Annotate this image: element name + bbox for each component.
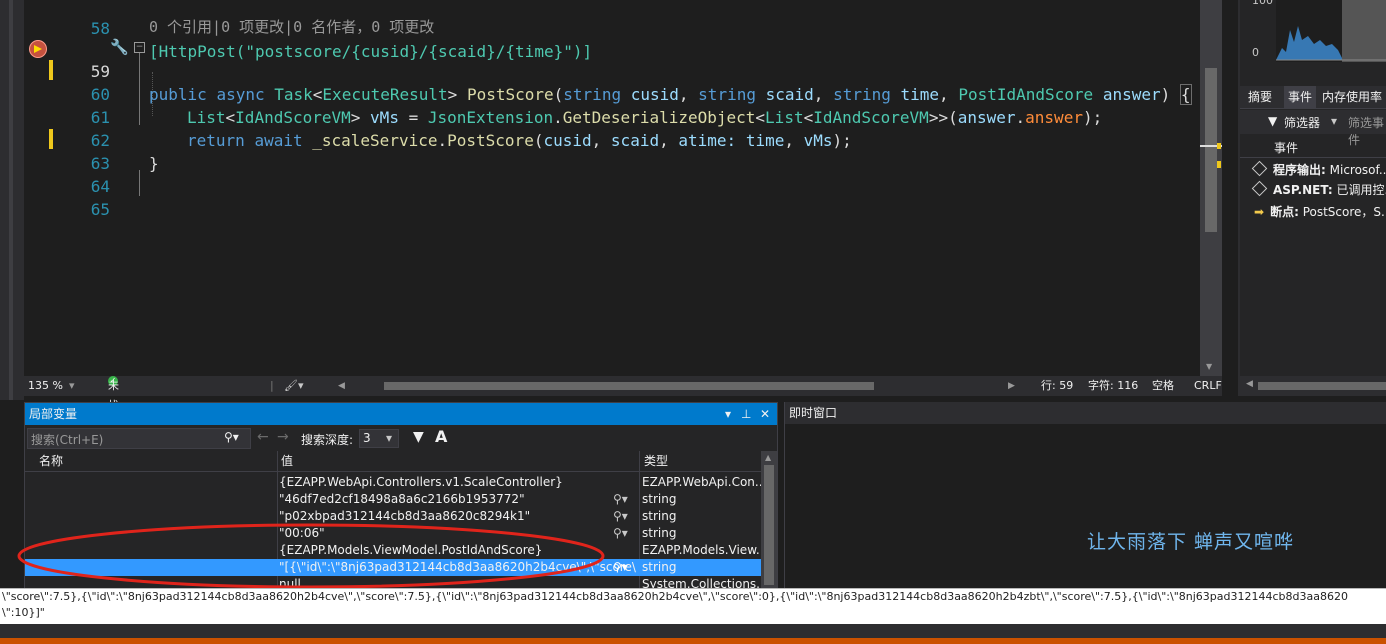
annotation-ellipse	[17, 523, 605, 589]
visualizer-search-icon[interactable]: ⚲▾	[613, 559, 628, 576]
indent-mode[interactable]: 空格	[1152, 376, 1174, 396]
breakpoint-arrow-icon: ➡	[1254, 205, 1265, 219]
search-icon[interactable]: ⚲▾	[224, 430, 239, 444]
zoom-level[interactable]: 135 %	[28, 376, 63, 396]
event-row[interactable]: ASP.NET: 已调用控...	[1240, 180, 1386, 200]
forward-arrow-icon[interactable]: →	[277, 429, 289, 445]
locals-title: 局部变量	[29, 407, 78, 421]
locals-titlebar: 局部变量 ▾ ⊥ ✕	[25, 403, 777, 425]
events-column-header: 事件	[1240, 137, 1386, 158]
output-diamond-icon	[1251, 160, 1268, 177]
diagnostic-tools-panel: 100 0 摘要 事件 内存使用率 ▼ 筛选器 ▾ 筛选事件 事件 程序输出: …	[1238, 0, 1386, 396]
horizontal-scroll-thumb[interactable]	[384, 382, 874, 390]
locals-search-input[interactable]: 搜索(Ctrl+E) ⚲▾	[27, 428, 251, 449]
back-arrow-icon[interactable]: ←	[257, 429, 269, 445]
cpu-graph-svg	[1276, 0, 1386, 62]
code-line-65[interactable]: 65	[24, 175, 1222, 219]
line-number: 65	[90, 200, 110, 219]
scroll-left-icon[interactable]: ◀	[338, 376, 345, 396]
cursor-line: 行: 59	[1041, 379, 1074, 392]
locals-row[interactable]: cusid "46df7ed2cf18498a8a6c2166b1953772"…	[25, 491, 761, 508]
code-line-58[interactable]: 58 [HttpPost("postscore/{cusid}/{scaid}/…	[24, 0, 1222, 61]
search-depth-label: 搜索深度:	[301, 433, 354, 447]
tab-memory[interactable]: 内存使用率	[1322, 86, 1382, 108]
code-line-63[interactable]: 63	[24, 129, 1222, 173]
locals-vertical-scrollbar[interactable]: ▲	[761, 451, 777, 589]
value-tooltip[interactable]: \"score\":7.5},{\"id\":\"8nj63pad312144c…	[0, 588, 1386, 625]
header-type[interactable]: 类型	[644, 451, 668, 471]
code-line-64[interactable]: 64	[24, 152, 1222, 196]
tab-summary[interactable]: 摘要	[1248, 86, 1272, 108]
cursor-char: 字符: 116	[1088, 379, 1139, 392]
lyric-overlay-text: 让大雨落下 蝉声又喧哗	[1087, 531, 1295, 553]
search-depth-select[interactable]: 3 ▾	[359, 429, 399, 448]
graph-axis-min: 0	[1252, 46, 1259, 59]
code-line-60[interactable]: 60 List<IdAndScoreVM> vMs = JsonExtensio…	[24, 60, 1222, 127]
locals-search-row: 搜索(Ctrl+E) ⚲▾ ← → 搜索深度: 3 ▾ ▼ A	[25, 427, 777, 449]
editor-vertical-scrollbar[interactable]: ▼	[1200, 0, 1222, 376]
tooltip-line: \":10}]"	[2, 606, 45, 619]
text-format-icon[interactable]: A	[435, 427, 447, 446]
line-ending[interactable]: CRLF	[1194, 376, 1222, 396]
diag-tab-strip: 摘要 事件 内存使用率	[1240, 86, 1386, 109]
immediate-window[interactable]: 即时窗口	[784, 402, 1386, 588]
visualizer-search-icon[interactable]: ⚲▾	[613, 508, 628, 525]
scroll-thumb[interactable]	[764, 465, 774, 585]
close-icon[interactable]: ✕	[760, 403, 770, 425]
immediate-title: 即时窗口	[789, 406, 838, 420]
zoom-dropdown-icon[interactable]: ▾	[69, 376, 75, 396]
scroll-thumb[interactable]	[1205, 68, 1217, 232]
horizontal-scroll-thumb[interactable]	[1258, 382, 1386, 390]
locals-header: 名称 值 类型	[25, 451, 761, 472]
code-line-61[interactable]: 61 return await _scaleService.PostScore(…	[24, 83, 1222, 150]
left-activity-strip	[0, 0, 24, 400]
filter-funnel-icon[interactable]: ▼	[413, 429, 424, 445]
filter-icon[interactable]: ▼	[1268, 114, 1277, 128]
locals-row[interactable]: ▶this {EZAPP.WebApi.Controllers.v1.Scale…	[25, 474, 762, 491]
events-filter-bar: ▼ 筛选器 ▾ 筛选事件	[1240, 110, 1386, 147]
cpu-graph	[1276, 0, 1386, 62]
editor-status-bar: 135 % ▾ ✓未找到相关问题 | 🖌▾ ◀ ▶ 行: 59 字符: 116 …	[24, 376, 1222, 512]
header-name[interactable]: 名称	[39, 451, 63, 471]
window-menu-icon[interactable]: ▾	[725, 403, 731, 425]
codelens-info[interactable]: 0 个引用|0 项更改|0 名作者，0 项更改	[149, 17, 434, 37]
scroll-down-icon[interactable]: ▼	[1206, 362, 1212, 371]
aspnet-diamond-icon	[1251, 180, 1268, 197]
visualizer-search-icon[interactable]: ⚲▾	[613, 525, 628, 542]
event-row[interactable]: ➡ 断点: PostScore，S...	[1240, 202, 1386, 222]
immediate-titlebar: 即时窗口	[785, 402, 1386, 424]
scroll-right-icon[interactable]: ▶	[1008, 376, 1015, 396]
visualizer-search-icon[interactable]: ⚲▾	[613, 491, 628, 508]
bottom-tab-strip	[0, 624, 1386, 638]
chevron-down-icon[interactable]: ▾	[1331, 114, 1337, 128]
code-line-62[interactable]: 62 }	[24, 106, 1222, 173]
filter-dropdown[interactable]: 筛选器	[1284, 114, 1320, 131]
tab-events[interactable]: 事件	[1284, 86, 1317, 108]
tooltip-line: \"score\":7.5},{\"id\":\"8nj63pad312144c…	[2, 590, 1348, 603]
pin-icon[interactable]: ⊥	[741, 403, 751, 425]
code-editor[interactable]: 🔧 − 58 [HttpPost("postscore/{cusid}/{sca…	[24, 0, 1222, 376]
graph-axis-max: 100	[1252, 0, 1273, 7]
scroll-left-icon[interactable]: ◀	[1246, 379, 1253, 389]
header-value[interactable]: 值	[281, 451, 293, 471]
event-row[interactable]: 程序输出: Microsof...	[1240, 160, 1386, 180]
ide-status-bar	[0, 638, 1386, 644]
code-line-59[interactable]: 59 public async Task<ExecuteResult> Post…	[24, 37, 1222, 105]
brush-icon[interactable]: 🖌▾	[284, 376, 304, 396]
